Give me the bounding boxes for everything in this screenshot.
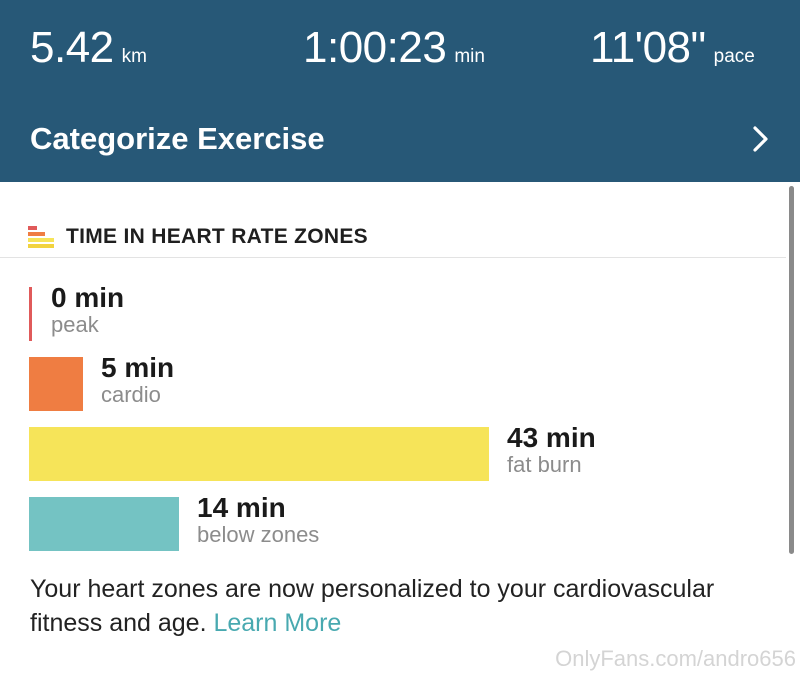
pace-value: 11'08" — [590, 23, 706, 72]
scrollbar[interactable] — [789, 186, 794, 554]
zone-name: peak — [51, 312, 99, 337]
duration-value: 1:00:23 — [303, 23, 447, 72]
zone-bar — [29, 357, 83, 411]
categorize-exercise-label: Categorize Exercise — [30, 121, 325, 156]
duration-unit: min — [454, 46, 485, 67]
workout-summary-header: 5.42 km 1:00:23 min 11'08" pace Categorize … — [0, 0, 800, 182]
zones-card-header: TIME IN HEART RATE ZONES — [28, 222, 368, 252]
heart-zones-icon — [28, 226, 56, 248]
zone-minutes: 14 min — [197, 492, 286, 523]
watermark: OnlyFans.com/andro656 — [555, 646, 796, 671]
zone-minutes: 0 min — [51, 282, 125, 313]
pace-unit: pace — [713, 46, 755, 67]
distance-unit: km — [121, 46, 147, 67]
distance-value: 5.42 — [30, 23, 114, 72]
categorize-exercise-button[interactable]: Categorize Exercise — [30, 117, 770, 161]
zone-minutes: 43 min — [507, 422, 596, 453]
zone-bar — [29, 497, 179, 551]
duration-stat: 1:00:23 min — [303, 22, 485, 74]
zone-label: 14 min below zones — [197, 493, 319, 547]
pace-stat: 11'08" pace — [590, 22, 755, 74]
zone-name: cardio — [101, 382, 161, 407]
zone-bar — [29, 287, 32, 341]
zone-name: fat burn — [507, 452, 582, 477]
personalization-note: Your heart zones are now personalized to… — [30, 572, 730, 640]
learn-more-link[interactable]: Learn More — [213, 609, 341, 637]
zone-label: 43 min fat burn — [507, 423, 596, 477]
zone-name: below zones — [197, 522, 320, 547]
zone-label: 5 min cardio — [101, 353, 174, 407]
zone-bar — [29, 427, 489, 481]
divider — [0, 257, 786, 258]
distance-stat: 5.42 km — [30, 22, 147, 74]
zone-minutes: 5 min — [101, 352, 175, 383]
zone-label: 0 min peak — [51, 283, 124, 337]
chevron-right-icon — [734, 121, 770, 157]
note-text: Your heart zones are now personalized to… — [30, 575, 715, 637]
zones-card-title: TIME IN HEART RATE ZONES — [66, 225, 368, 248]
